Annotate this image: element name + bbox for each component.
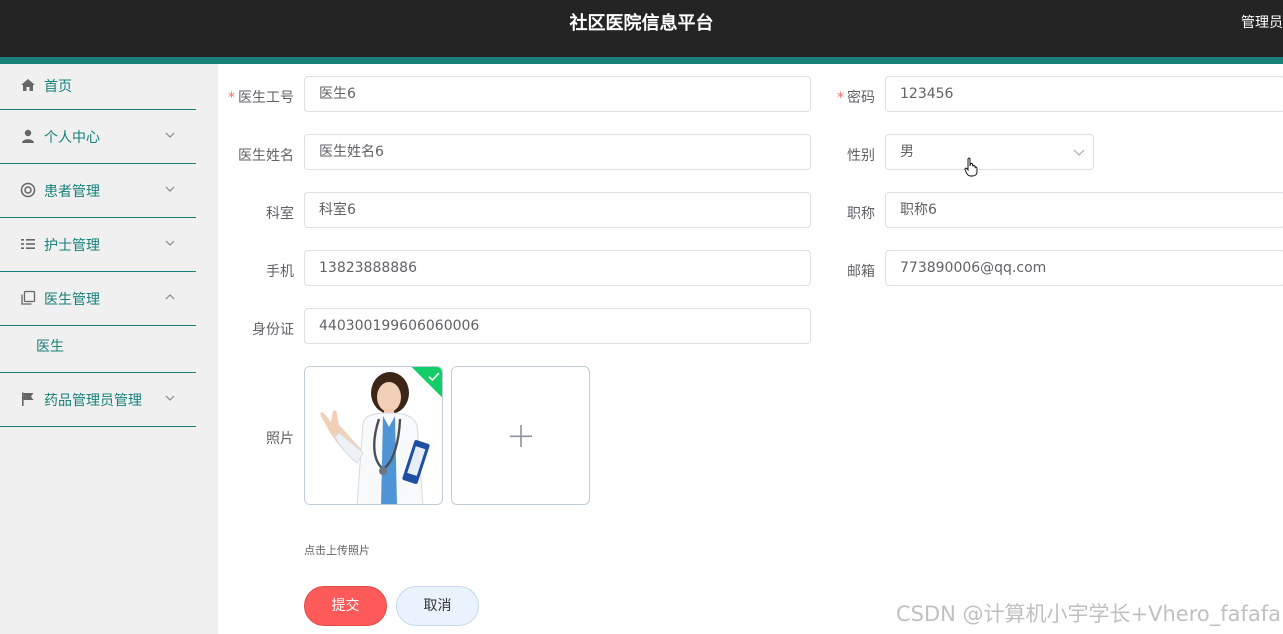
lifebuoy-icon <box>20 182 36 198</box>
doctor-name-label: 医生姓名 <box>238 148 294 164</box>
phone-label: 手机 <box>266 264 294 280</box>
sidebar-menu: 首页 个人中心 患者管理 护士管理 医生管理 医生 药品管理员管理 <box>0 64 196 634</box>
id-card-label: 身份证 <box>252 322 294 338</box>
sidebar-item-label: 患者管理 <box>44 184 100 200</box>
app-title: 社区医院信息平台 <box>569 13 714 34</box>
gender-label: 性别 <box>847 148 875 164</box>
csdn-watermark: CSDN @计算机小宇学长+Vhero_fafafa <box>895 602 1281 626</box>
chevron-up-icon <box>165 294 175 300</box>
upload-photo-button[interactable] <box>451 366 590 505</box>
department-input[interactable]: 科室6 <box>304 192 811 228</box>
sidebar-subitem-label: 医生 <box>36 339 64 355</box>
password-input[interactable]: 123456 <box>885 76 1283 112</box>
plus-icon <box>510 425 532 447</box>
sidebar-item-label: 护士管理 <box>44 238 100 254</box>
hand-pointer-cursor <box>964 157 978 177</box>
sidebar-item-personal-center[interactable]: 个人中心 <box>0 110 196 164</box>
sidebar-item-pharmacy-admin-management[interactable]: 药品管理员管理 <box>0 373 196 427</box>
required-mark: * <box>837 90 844 106</box>
uploaded-photo-thumbnail[interactable] <box>304 366 443 505</box>
copy-icon <box>21 290 36 305</box>
sidebar-item-label: 首页 <box>44 79 72 95</box>
sidebar-subitem-doctor[interactable]: 医生 <box>0 326 196 373</box>
chevron-down-icon <box>165 132 175 138</box>
sidebar-item-doctor-management[interactable]: 医生管理 <box>0 272 196 326</box>
required-mark: * <box>228 90 235 106</box>
doctor-id-label: * 医生工号 <box>228 90 294 106</box>
flag-icon <box>22 392 34 406</box>
top-header: 社区医院信息平台 管理员 <box>0 0 1283 64</box>
password-label: * 密码 <box>837 90 875 106</box>
chevron-down-icon <box>165 186 175 192</box>
sidebar-item-nurse-management[interactable]: 护士管理 <box>0 218 196 272</box>
check-icon <box>428 372 440 382</box>
admin-user-label[interactable]: 管理员 <box>1241 12 1283 32</box>
doctor-name-input[interactable]: 医生姓名6 <box>304 134 811 170</box>
department-label: 科室 <box>266 206 294 222</box>
title-input[interactable]: 职称6 <box>885 192 1283 228</box>
sidebar-item-home[interactable]: 首页 <box>0 64 196 110</box>
sidebar-item-label: 个人中心 <box>44 130 100 146</box>
sidebar-item-patient-management[interactable]: 患者管理 <box>0 164 196 218</box>
photo-label: 照片 <box>266 431 294 447</box>
email-label: 邮箱 <box>847 264 875 280</box>
chevron-down-icon <box>1073 149 1085 156</box>
phone-input[interactable]: 13823888886 <box>304 250 811 286</box>
chevron-down-icon <box>165 240 175 246</box>
home-icon <box>21 79 35 91</box>
sidebar-item-label: 医生管理 <box>44 292 100 308</box>
doctor-id-input[interactable]: 医生6 <box>304 76 811 112</box>
submit-button[interactable]: 提交 <box>304 586 387 626</box>
user-icon <box>22 129 34 143</box>
email-input[interactable]: 773890006@qq.com <box>885 250 1283 286</box>
doctor-photo-image <box>305 367 442 504</box>
sidebar-item-label: 药品管理员管理 <box>44 393 142 409</box>
gender-select-value: 男 <box>900 144 914 160</box>
title-label: 职称 <box>847 206 875 222</box>
cancel-button[interactable]: 取消 <box>396 586 479 626</box>
gender-select[interactable]: 男 <box>885 134 1094 170</box>
upload-hint-text: 点击上传照片 <box>304 544 370 557</box>
chevron-down-icon <box>165 395 175 401</box>
list-icon <box>21 239 35 249</box>
id-card-input[interactable]: 440300199606060006 <box>304 308 811 344</box>
